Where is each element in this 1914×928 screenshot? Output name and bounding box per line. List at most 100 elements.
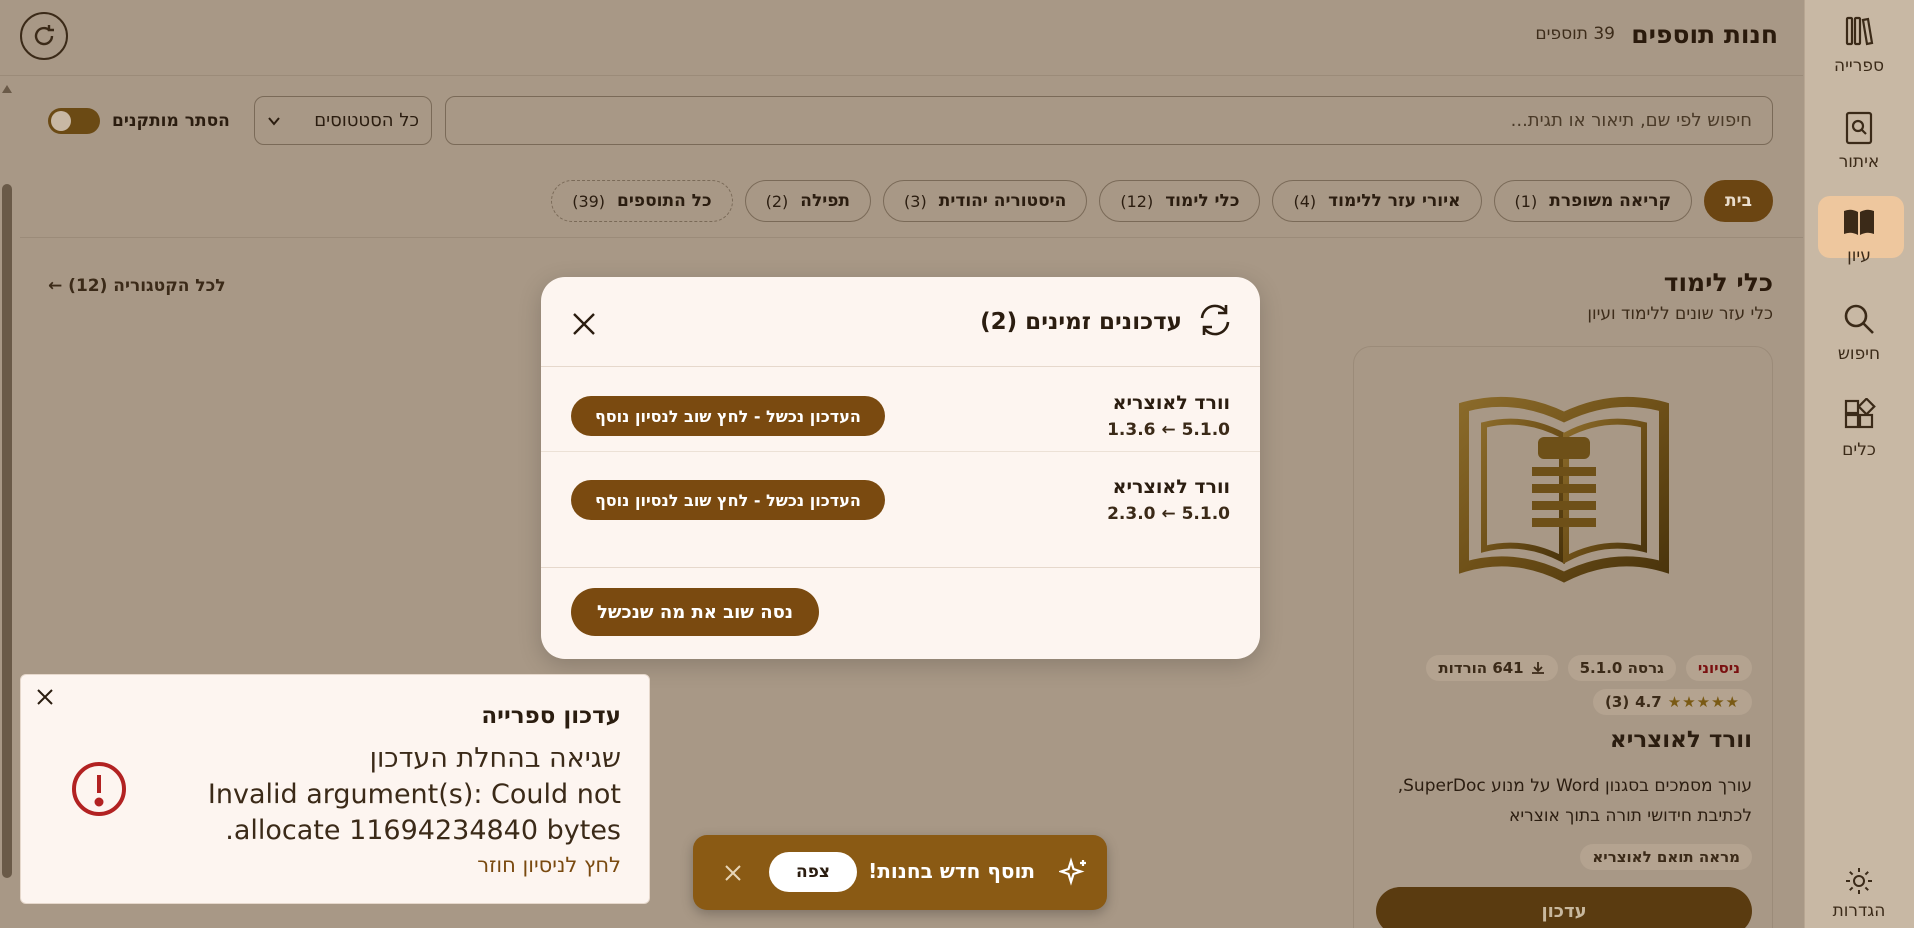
side-nav: ספרייה איתור עיון חיפוש כלים הגדרות <box>1804 0 1914 928</box>
nav-item-tools[interactable]: כלים <box>1804 398 1914 460</box>
tab-label: קריאה משופרת <box>1549 191 1671 211</box>
error-toast: עדכון ספרייה שגיאה בהחלת העדכון Invalid … <box>20 674 650 904</box>
tab-label: כלי לימוד <box>1165 191 1240 211</box>
scroll-up-icon <box>2 85 12 93</box>
tab-count: (1) <box>1514 191 1538 211</box>
nav-label: הגדרות <box>1832 901 1886 921</box>
scroll-thumb[interactable] <box>2 184 12 878</box>
new-addon-text: תוסף חדש בחנות! <box>868 859 1035 883</box>
refresh-button[interactable] <box>20 12 68 60</box>
update-button[interactable]: עדכון <box>1376 887 1752 928</box>
tab-label: איורי עזר ללימוד <box>1328 191 1461 211</box>
category-tabs: בית קריאה משופרת (1) איורי עזר ללימוד (4) … <box>551 180 1773 222</box>
refresh-icon <box>34 25 54 46</box>
update-row: וורד לאוצריא 5.1.0 ← 1.3.6 העדכון נכשל -… <box>541 368 1260 450</box>
gear-icon <box>1846 868 1872 894</box>
modal-title: עדכונים זמינים (2) <box>980 309 1182 335</box>
error-message-detail: Invalid argument(s): Could not allocate … <box>207 779 621 846</box>
tab-label: היסטוריה יהודית <box>938 191 1067 211</box>
hide-installed-toggle[interactable]: הסתר מותקנים <box>48 108 230 134</box>
category-subtitle: כלי עזר שונים ללימוד ועיון <box>1587 304 1773 324</box>
tab-home[interactable]: בית <box>1704 180 1773 222</box>
downloads-badge: 641 הורדות <box>1426 655 1558 681</box>
update-version: 5.1.0 ← 1.3.6 <box>1107 420 1230 440</box>
app-window: ספרייה איתור עיון חיפוש כלים הגדרות חנות… <box>0 0 1914 928</box>
tab-label: בית <box>1725 191 1752 211</box>
toggle-switch[interactable] <box>48 108 100 134</box>
rating-badge: ★★★★★ 4.7 (3) <box>1593 689 1752 715</box>
nav-label: ספרייה <box>1834 56 1884 76</box>
update-failed-button[interactable]: העדכון נכשל - לחץ שוב לנסיון נוסף <box>571 480 885 520</box>
tab-count: (2) <box>765 191 789 211</box>
tab-count: (12) <box>1120 191 1154 211</box>
tab-study-tools[interactable]: כלי לימוד (12) <box>1099 180 1261 222</box>
tab-label: כל התוספים <box>617 191 712 211</box>
chevron-down-icon <box>268 116 280 126</box>
close-icon[interactable] <box>571 311 597 337</box>
update-version: 5.1.0 ← 2.3.0 <box>1107 504 1230 524</box>
open-book-icon <box>1844 209 1874 235</box>
all-category-link[interactable]: לכל הקטגוריה (12) ← <box>48 276 226 296</box>
update-row: וורד לאוצריא 5.1.0 ← 2.3.0 העדכון נכשל -… <box>541 451 1260 533</box>
downloads-text: 641 הורדות <box>1438 659 1524 677</box>
category-title: כלי לימוד <box>1663 268 1773 297</box>
page-title: חנות תוספים <box>1631 20 1778 49</box>
tab-prayer[interactable]: תפילה (2) <box>744 180 872 222</box>
close-icon[interactable] <box>723 863 743 883</box>
tools-icon <box>1844 398 1876 429</box>
update-name: וורד לאוצריא <box>1112 392 1230 414</box>
sync-icon <box>1200 304 1230 336</box>
retry-failed-button[interactable]: נסה שוב את מה שנכשל <box>571 588 819 636</box>
tab-study-illustrations[interactable]: איורי עזר ללימוד (4) <box>1272 180 1482 222</box>
addon-tag: מראה תואם לאוצריא <box>1580 844 1752 870</box>
books-icon <box>1845 16 1874 46</box>
error-message: שגיאה בהחלת העדכון Invalid argument(s): … <box>181 741 621 849</box>
rating-value: 4.7 <box>1635 693 1662 711</box>
addon-logo-icon <box>1459 396 1669 583</box>
view-button[interactable]: צפה <box>769 852 857 892</box>
addon-meta: ניסיוני גרסה 5.1.0 641 הורדות <box>1426 655 1752 681</box>
status-select[interactable]: כל הסטטוסים <box>254 96 432 145</box>
nav-item-library[interactable]: ספרייה <box>1804 14 1914 76</box>
update-failed-button[interactable]: העדכון נכשל - לחץ שוב לנסיון נוסף <box>571 396 885 436</box>
nav-item-browse[interactable]: עיון <box>1804 196 1914 266</box>
error-message-line: שגיאה בהחלת העדכון <box>369 743 621 774</box>
modal-footer: נסה שוב את מה שנכשל <box>541 567 1260 659</box>
version-badge: גרסה 5.1.0 <box>1567 655 1676 681</box>
top-bar: חנות תוספים 39 תוספים <box>0 0 1803 76</box>
tab-all-addons[interactable]: כל התוספים (39) <box>551 180 733 222</box>
addon-card[interactable]: ניסיוני גרסה 5.1.0 641 הורדות ★★★★★ 4.7 … <box>1353 346 1773 928</box>
addon-description: עורך מסמכים בסגנון Word על מנוע SuperDoc… <box>1397 776 1752 826</box>
status-select-value: כל הסטטוסים <box>314 110 419 131</box>
rating-count: (3) <box>1605 693 1630 711</box>
retry-link[interactable]: לחץ לניסיון חוזר <box>477 853 621 877</box>
tab-label: תפילה <box>800 191 851 211</box>
nav-item-locate[interactable]: איתור <box>1804 110 1914 172</box>
experimental-badge: ניסיוני <box>1685 655 1752 681</box>
addon-name: וורד לאוצריא <box>1609 727 1752 753</box>
error-icon <box>72 762 126 816</box>
tab-count: (4) <box>1293 191 1317 211</box>
update-name: וורד לאוצריא <box>1112 476 1230 498</box>
tab-count: (39) <box>572 191 606 211</box>
search-input[interactable]: חיפוש לפי שם, תיאור או תגית... <box>445 96 1773 145</box>
sparkle-icon <box>1059 857 1086 886</box>
nav-label: איתור <box>1838 152 1880 172</box>
nav-label: עיון <box>1847 246 1871 266</box>
scrollbar[interactable] <box>0 80 14 928</box>
tab-enhanced-reading[interactable]: קריאה משופרת (1) <box>1493 180 1692 222</box>
stars-icon: ★★★★★ <box>1667 693 1740 711</box>
toggle-label: הסתר מותקנים <box>112 111 230 131</box>
tab-jewish-history[interactable]: היסטוריה יהודית (3) <box>883 180 1088 222</box>
locate-book-icon <box>1845 111 1873 145</box>
download-icon <box>1531 662 1544 674</box>
modal-header: עדכונים זמינים (2) <box>541 277 1260 367</box>
updates-modal: עדכונים זמינים (2) וורד לאוצריא 5.1.0 ← … <box>541 277 1260 659</box>
search-icon <box>1844 304 1874 334</box>
nav-label: חיפוש <box>1837 344 1881 364</box>
nav-item-settings[interactable]: הגדרות <box>1804 866 1914 928</box>
addon-count: 39 תוספים <box>1535 24 1615 44</box>
close-icon[interactable] <box>35 687 55 707</box>
nav-item-search[interactable]: חיפוש <box>1804 302 1914 364</box>
new-addon-toast: תוסף חדש בחנות! צפה <box>693 835 1107 910</box>
